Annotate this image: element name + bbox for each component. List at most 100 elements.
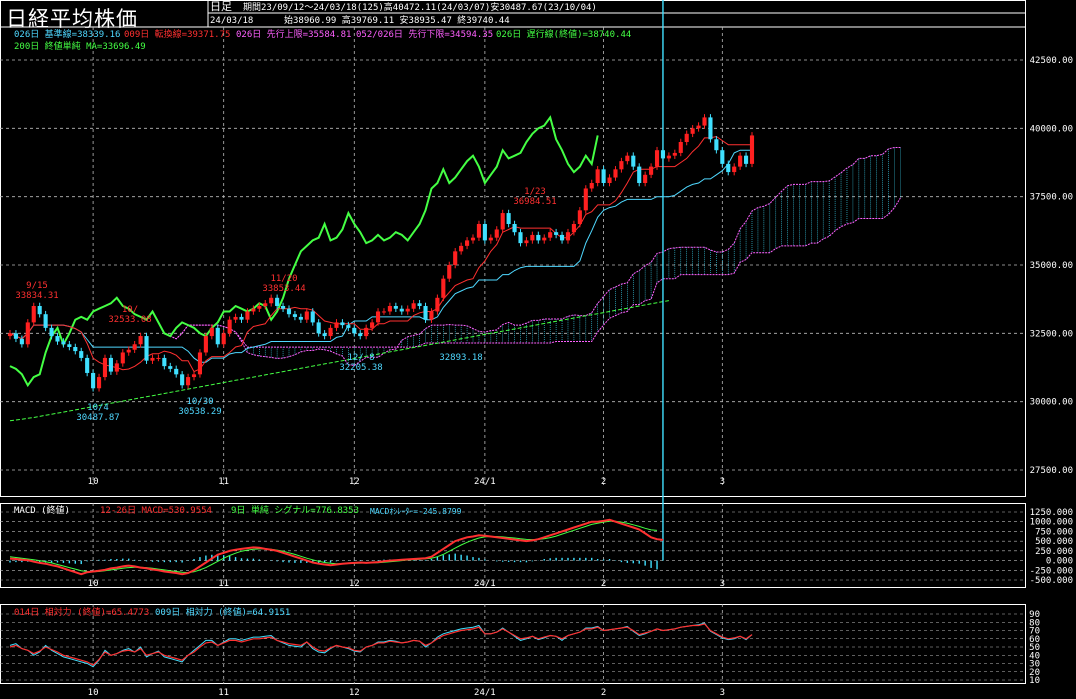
candle-body [393,306,398,309]
candle-body [85,357,90,373]
macd-y-tick-label: -500.000 [1030,576,1073,586]
annotation-date: 12/ 8 [347,353,374,363]
y-tick-label: 27500.00 [1030,466,1073,476]
candle-body [749,135,755,164]
y-tick-label: 32500.00 [1030,329,1073,339]
y-tick-label: 37500.00 [1030,193,1073,203]
chikou-line [9,115,599,388]
annotation-value: 32205.38 [339,363,382,373]
current-date: 24/03/18 [210,16,254,26]
candle-body [672,152,677,156]
candle-body [684,133,689,142]
candle-body [49,327,54,337]
legend-senkou-a: 026日 先行上限=35584.81 [236,30,352,40]
candle-body [732,166,737,173]
candle-body [417,303,422,306]
candle-body [649,166,654,175]
candle-body [304,311,309,320]
legend-chikou: 026日 遅行線(終値)=38740.44 [496,30,632,40]
y-tick-label: 40000.00 [1030,124,1073,134]
x-tick-label: 3 [720,579,725,589]
legend-senkou-b: 052/026日 先行下限=34594.35 [356,30,494,40]
candle-body [470,237,476,241]
candle-body [476,224,482,238]
candle-body [67,344,72,347]
candle-body [607,177,612,183]
candle-body [387,306,392,312]
macd-y-tick-label: 1000.000 [1030,518,1073,528]
candle-body [643,174,648,183]
candle-body [334,322,339,328]
candle-body [375,311,381,323]
macd-y-tick-label: 500.000 [1035,537,1073,547]
candle-body [322,333,327,337]
candle-body [144,336,149,361]
x-tick-label: 12 [349,688,360,698]
annotation-date: 10/30 [186,397,213,407]
candle-body [708,117,713,140]
annotation-value: 36984.51 [513,197,556,207]
candle-body [73,347,78,352]
annotation-value: 33834.31 [15,291,58,301]
candle-body [625,155,630,162]
candle-body [654,150,660,167]
candle-body [370,322,375,328]
candle-body [565,232,571,241]
ohlc-values: 始38960.99 高39769.11 安38935.47 終39740.44 [284,16,510,26]
candle-body [132,344,137,350]
period-type: 日足 [210,0,232,13]
rsi-legend-14: 014日 相対力 (終値)=65.4773 [14,608,150,618]
candle-body [453,251,458,265]
macd-legend-signal: 9日 単純 シグナル=776.8353 [231,506,360,516]
candle-body [108,357,113,372]
candle-body [619,161,624,170]
candle-body [37,306,42,315]
macd-legend-title: MACD (終値) [14,506,70,516]
candle-body [310,311,315,323]
candle-body [7,333,13,337]
candle-body [381,311,387,313]
x-tick-label: 24/1 [474,688,496,698]
candle-body [221,333,226,345]
legend-ma200: 200日 終値単純 MA=33696.49 [14,42,146,52]
candle-body [447,265,452,279]
candle-body [19,338,24,345]
x-tick-label: 3 [720,688,725,698]
candle-body [96,377,102,389]
annotation-date: 9/15 [26,281,48,291]
y-tick-label: 35000.00 [1030,261,1073,271]
x-tick-label: 24/1 [474,579,496,589]
annotation-date: 10/4 [87,403,109,413]
macd-y-tick-label: 250.000 [1035,547,1073,557]
page-title: 日経平均株価 [6,7,138,31]
candle-body [346,325,351,328]
candle-body [530,234,535,241]
candle-body [120,352,125,364]
candle-body [13,333,18,339]
candle-body [197,352,203,375]
candle-body [298,316,303,320]
candle-body [559,234,565,241]
x-tick-label: 12 [349,579,360,589]
candle-body [405,308,410,312]
candle-body [482,224,487,241]
candle-body [506,213,511,224]
annotation-value: 30538.29 [178,407,221,417]
x-tick-label: 2 [601,579,606,589]
candle-body [666,155,671,159]
macd-y-tick-label: 0.000 [1046,557,1073,567]
candle-body [595,169,600,183]
annotation-date: 10/ [122,305,138,315]
candle-body [138,336,143,345]
candle-body [601,169,606,183]
candle-body [102,357,108,378]
rsi9-line [9,622,753,668]
candle-body [423,306,428,320]
annotation-date: 11/20 [270,274,297,284]
candle-body [275,297,280,306]
candle-body [79,351,84,358]
candle-body [512,224,517,233]
candle-body [726,163,731,173]
x-tick-label: 10 [88,688,99,698]
candle-body [459,245,464,252]
